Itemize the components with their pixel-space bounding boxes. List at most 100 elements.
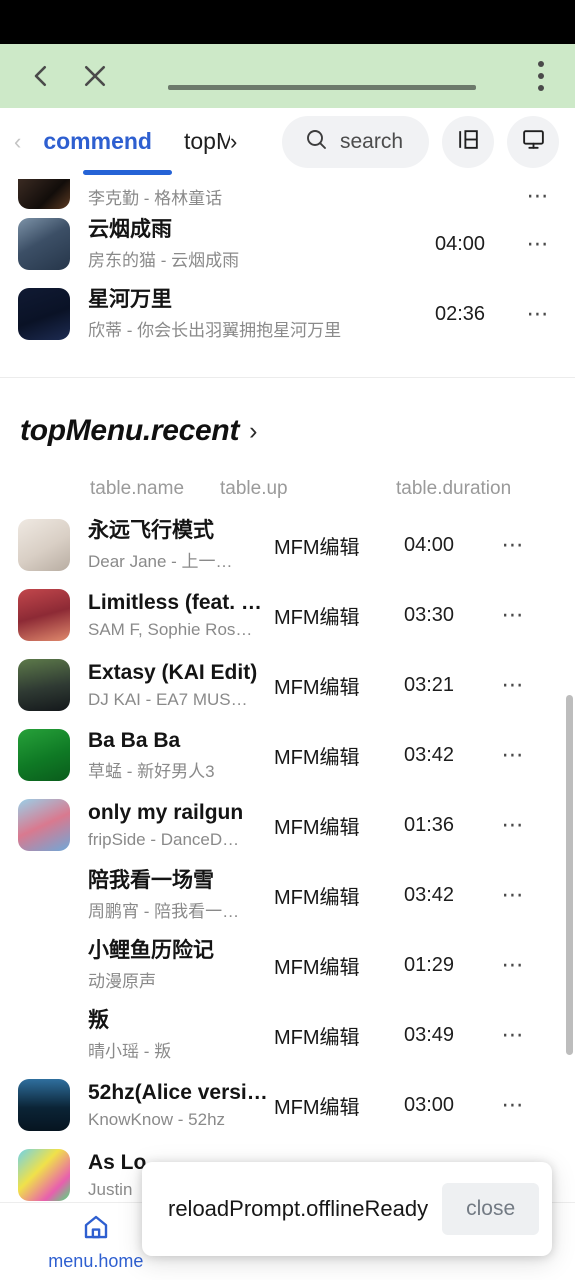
song-artist: 欣蒂 - 你会长出羽翼拥抱星河万里 bbox=[88, 321, 342, 341]
song-uploader: MFM编辑 bbox=[274, 536, 360, 559]
table-row[interactable]: Extasy (KAI Edit) DJ KAI - EA7 MUS… MFM编辑 0… bbox=[0, 650, 575, 720]
song-more-icon[interactable]: ⋯ bbox=[496, 742, 530, 768]
song-artist: 房东的猫 - 云烟成雨 bbox=[88, 251, 240, 271]
table-row[interactable]: 52hz(Alice versi… KnowKnow - 52hz MFM编辑 03:… bbox=[0, 1070, 575, 1140]
song-duration: 01:29 bbox=[404, 953, 455, 976]
home-icon bbox=[81, 1212, 111, 1247]
song-title: 永远飞行模式 bbox=[88, 518, 214, 542]
back-button[interactable] bbox=[14, 49, 68, 103]
search-icon bbox=[304, 127, 328, 157]
album-art bbox=[18, 1009, 70, 1061]
monitor-icon bbox=[521, 127, 546, 157]
song-duration: 04:00 bbox=[435, 232, 486, 255]
table-row[interactable]: 陪我看一场雪 周鹏宵 - 陪我看一… MFM编辑 03:42 ⋯ bbox=[0, 860, 575, 930]
album-art bbox=[18, 519, 70, 571]
song-meta: 云烟成雨 房东的猫 - 云烟成雨 bbox=[88, 217, 435, 271]
song-more-icon[interactable]: ⋯ bbox=[496, 602, 530, 628]
album-art bbox=[18, 589, 70, 641]
url-bar[interactable] bbox=[122, 63, 521, 90]
song-title: 星河万里 bbox=[88, 287, 172, 311]
chevron-left-icon bbox=[26, 61, 56, 91]
tab-recommend[interactable]: commend bbox=[27, 108, 168, 175]
status-bar bbox=[0, 0, 575, 44]
table-row[interactable]: only my railgun fripSide - DanceD… MFM编辑 01… bbox=[0, 790, 575, 860]
song-meta: Extasy (KAI Edit) DJ KAI - EA7 MUS… bbox=[88, 660, 274, 709]
tabs-next-chevron-icon[interactable]: › bbox=[230, 129, 239, 155]
song-more-icon[interactable]: ⋯ bbox=[521, 183, 555, 209]
search-label: search bbox=[339, 129, 403, 153]
song-uploader: MFM编辑 bbox=[274, 816, 360, 839]
browser-menu-button[interactable] bbox=[521, 49, 561, 103]
song-row[interactable]: 星河万里 欣蒂 - 你会长出羽翼拥抱星河万里 02:36 ⋯ bbox=[0, 279, 575, 349]
search-button[interactable]: search bbox=[281, 115, 429, 168]
tab-topmenu[interactable]: topM bbox=[168, 108, 230, 175]
toast-message: reloadPrompt.offlineReady bbox=[168, 1196, 429, 1221]
tabs-prev-chevron-icon[interactable]: ‹ bbox=[4, 130, 27, 153]
song-meta: Limitless (feat. … SAM F, Sophie Ros… bbox=[88, 590, 274, 639]
table-row[interactable]: 叛晴小瑶 - 叛 MFM编辑 03:49 ⋯ bbox=[0, 1000, 575, 1070]
song-artist: fripSide - DanceD… bbox=[88, 829, 240, 849]
song-more-icon[interactable]: ⋯ bbox=[496, 1092, 530, 1118]
song-meta: 李克勤 - 格林童话 bbox=[88, 181, 435, 209]
song-more-icon[interactable]: ⋯ bbox=[496, 672, 530, 698]
song-title: 52hz(Alice versi… bbox=[88, 1081, 268, 1105]
table-row[interactable]: 永远飞行模式 Dear Jane - 上一… MFM编辑 04:00 ⋯ bbox=[0, 510, 575, 580]
table-row[interactable]: Limitless (feat. … SAM F, Sophie Ros… MFM编… bbox=[0, 580, 575, 650]
song-more-icon[interactable]: ⋯ bbox=[521, 231, 555, 257]
phone-screen: ‹ commend topM › search 李克勤 - 格林童话 ⋯ 云烟成… bbox=[0, 0, 575, 1280]
table-body: 永远飞行模式 Dear Jane - 上一… MFM编辑 04:00 ⋯ Limitles… bbox=[0, 510, 575, 1210]
song-more-icon[interactable]: ⋯ bbox=[496, 882, 530, 908]
song-meta: 叛晴小瑶 - 叛 bbox=[88, 1008, 274, 1062]
album-art bbox=[18, 288, 70, 340]
song-artist: Dear Jane - 上一… bbox=[88, 552, 233, 572]
song-duration: 01:36 bbox=[404, 813, 455, 836]
song-artist: KnowKnow - 52hz bbox=[88, 1109, 226, 1129]
layout-sidebar-icon bbox=[456, 127, 481, 157]
table-header-row: table.name table.up table.duration bbox=[0, 448, 575, 510]
song-more-icon[interactable]: ⋯ bbox=[496, 812, 530, 838]
table-row[interactable]: 小鲤鱼历险记 动漫原声 MFM编辑 01:29 ⋯ bbox=[0, 930, 575, 1000]
album-art bbox=[18, 729, 70, 781]
song-duration: 03:30 bbox=[404, 603, 455, 626]
album-art bbox=[18, 869, 70, 921]
close-button[interactable] bbox=[68, 49, 122, 103]
album-art bbox=[18, 1079, 70, 1131]
recent-section-header[interactable]: topMenu.recent › bbox=[0, 378, 575, 448]
song-meta: 永远飞行模式 Dear Jane - 上一… bbox=[88, 518, 274, 572]
song-more-icon[interactable]: ⋯ bbox=[496, 1022, 530, 1048]
content-scroll-area[interactable]: 李克勤 - 格林童话 ⋯ 云烟成雨 房东的猫 - 云烟成雨 04:00 ⋯ 星河… bbox=[0, 175, 575, 1280]
app-header: ‹ commend topM › search bbox=[0, 108, 575, 175]
song-more-icon[interactable]: ⋯ bbox=[496, 952, 530, 978]
more-vertical-icon bbox=[538, 61, 544, 67]
album-art bbox=[18, 218, 70, 270]
column-header-duration: table.duration bbox=[396, 478, 512, 499]
song-meta: 小鲤鱼历险记 动漫原声 bbox=[88, 938, 274, 992]
song-duration: 03:49 bbox=[404, 1023, 455, 1046]
close-icon bbox=[80, 61, 110, 91]
song-title: Ba Ba Ba bbox=[88, 728, 181, 752]
song-duration: 03:00 bbox=[404, 1093, 455, 1116]
nav-label-home: menu.home bbox=[48, 1250, 144, 1271]
display-button[interactable] bbox=[507, 115, 559, 168]
song-duration: 03:42 bbox=[404, 743, 455, 766]
song-more-icon[interactable]: ⋯ bbox=[496, 532, 530, 558]
song-row[interactable]: 李克勤 - 格林童话 ⋯ bbox=[0, 175, 575, 209]
song-meta: 星河万里 欣蒂 - 你会长出羽翼拥抱星河万里 bbox=[88, 287, 435, 341]
song-row[interactable]: 云烟成雨 房东的猫 - 云烟成雨 04:00 ⋯ bbox=[0, 209, 575, 279]
song-uploader: MFM编辑 bbox=[274, 886, 360, 909]
song-duration: 02:36 bbox=[435, 302, 486, 325]
column-header-name: table.name bbox=[90, 478, 185, 499]
vertical-scrollbar[interactable] bbox=[566, 695, 573, 1055]
song-title: 陪我看一场雪 bbox=[88, 868, 214, 892]
song-meta: only my railgun fripSide - DanceD… bbox=[88, 800, 274, 849]
toast-close-button[interactable]: close bbox=[442, 1183, 540, 1235]
layout-button[interactable] bbox=[442, 115, 494, 168]
song-duration: 03:42 bbox=[404, 883, 455, 906]
column-header-up: table.up bbox=[220, 478, 288, 499]
song-more-icon[interactable]: ⋯ bbox=[521, 301, 555, 327]
album-art bbox=[18, 799, 70, 851]
song-title: Limitless (feat. … bbox=[88, 591, 262, 615]
tab-bar: commend topM bbox=[27, 108, 230, 175]
table-row[interactable]: Ba Ba Ba 草蜢 - 新好男人3 MFM编辑 03:42 ⋯ bbox=[0, 720, 575, 790]
song-title: Extasy (KAI Edit) bbox=[88, 661, 258, 685]
